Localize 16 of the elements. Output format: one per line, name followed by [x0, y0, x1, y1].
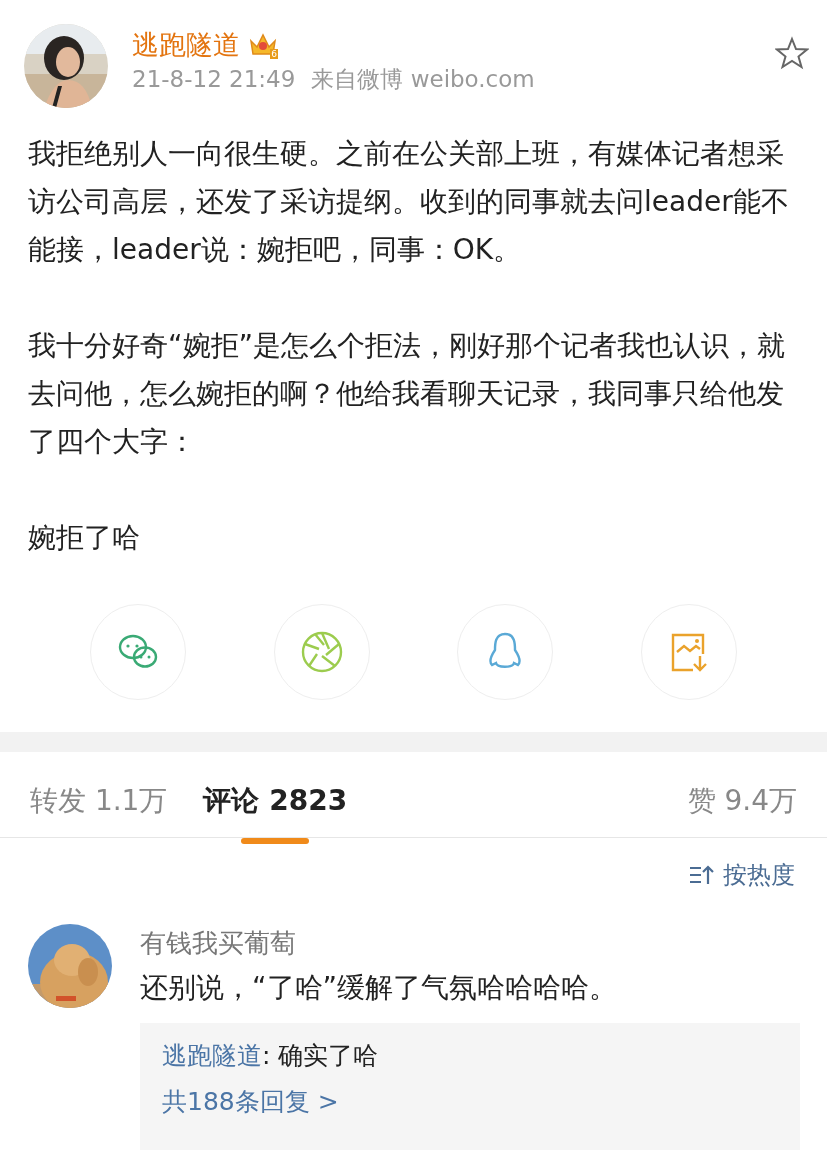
post-paragraph: 婉拒了哈: [28, 520, 141, 556]
post-time: 21-8-12 21:49: [132, 65, 296, 94]
comment-text: 还别说，“了哈”缓解了气氛哈哈哈哈。: [140, 970, 618, 1006]
sort-button[interactable]: 按热度: [683, 856, 801, 894]
post-paragraph: 我十分好奇“婉拒”是怎么个拒法，刚好那个记者我也认识，就去问他，怎么婉拒的啊？他给我看聊天记录，我同事只给他发了四个大字：: [28, 328, 786, 460]
reply-text: 逃跑隧道: 确实了哈: [162, 1040, 380, 1072]
tab[interactable]: 赞 9.4万: [687, 779, 797, 844]
tab[interactable]: 评论 2823: [203, 779, 348, 844]
post-source: 来自微博 weibo.com: [311, 65, 535, 94]
star-icon[interactable]: [775, 36, 809, 70]
author-name[interactable]: 逃跑隧道: [132, 28, 240, 62]
post-paragraph: 我拒绝别人一向很生硬。之前在公关部上班，有媒体记者想采访公司高层，还发了采访提纲。收到的同事就去问leader能不能接，leader说：婉拒吧，同事：OK。: [28, 136, 790, 268]
more-replies-link[interactable]: 共188条回复 >: [162, 1082, 778, 1120]
commenter-name[interactable]: 有钱我买葡萄: [140, 924, 800, 963]
sort-icon: [689, 863, 715, 887]
tab[interactable]: 转发 1.1万: [30, 779, 168, 844]
